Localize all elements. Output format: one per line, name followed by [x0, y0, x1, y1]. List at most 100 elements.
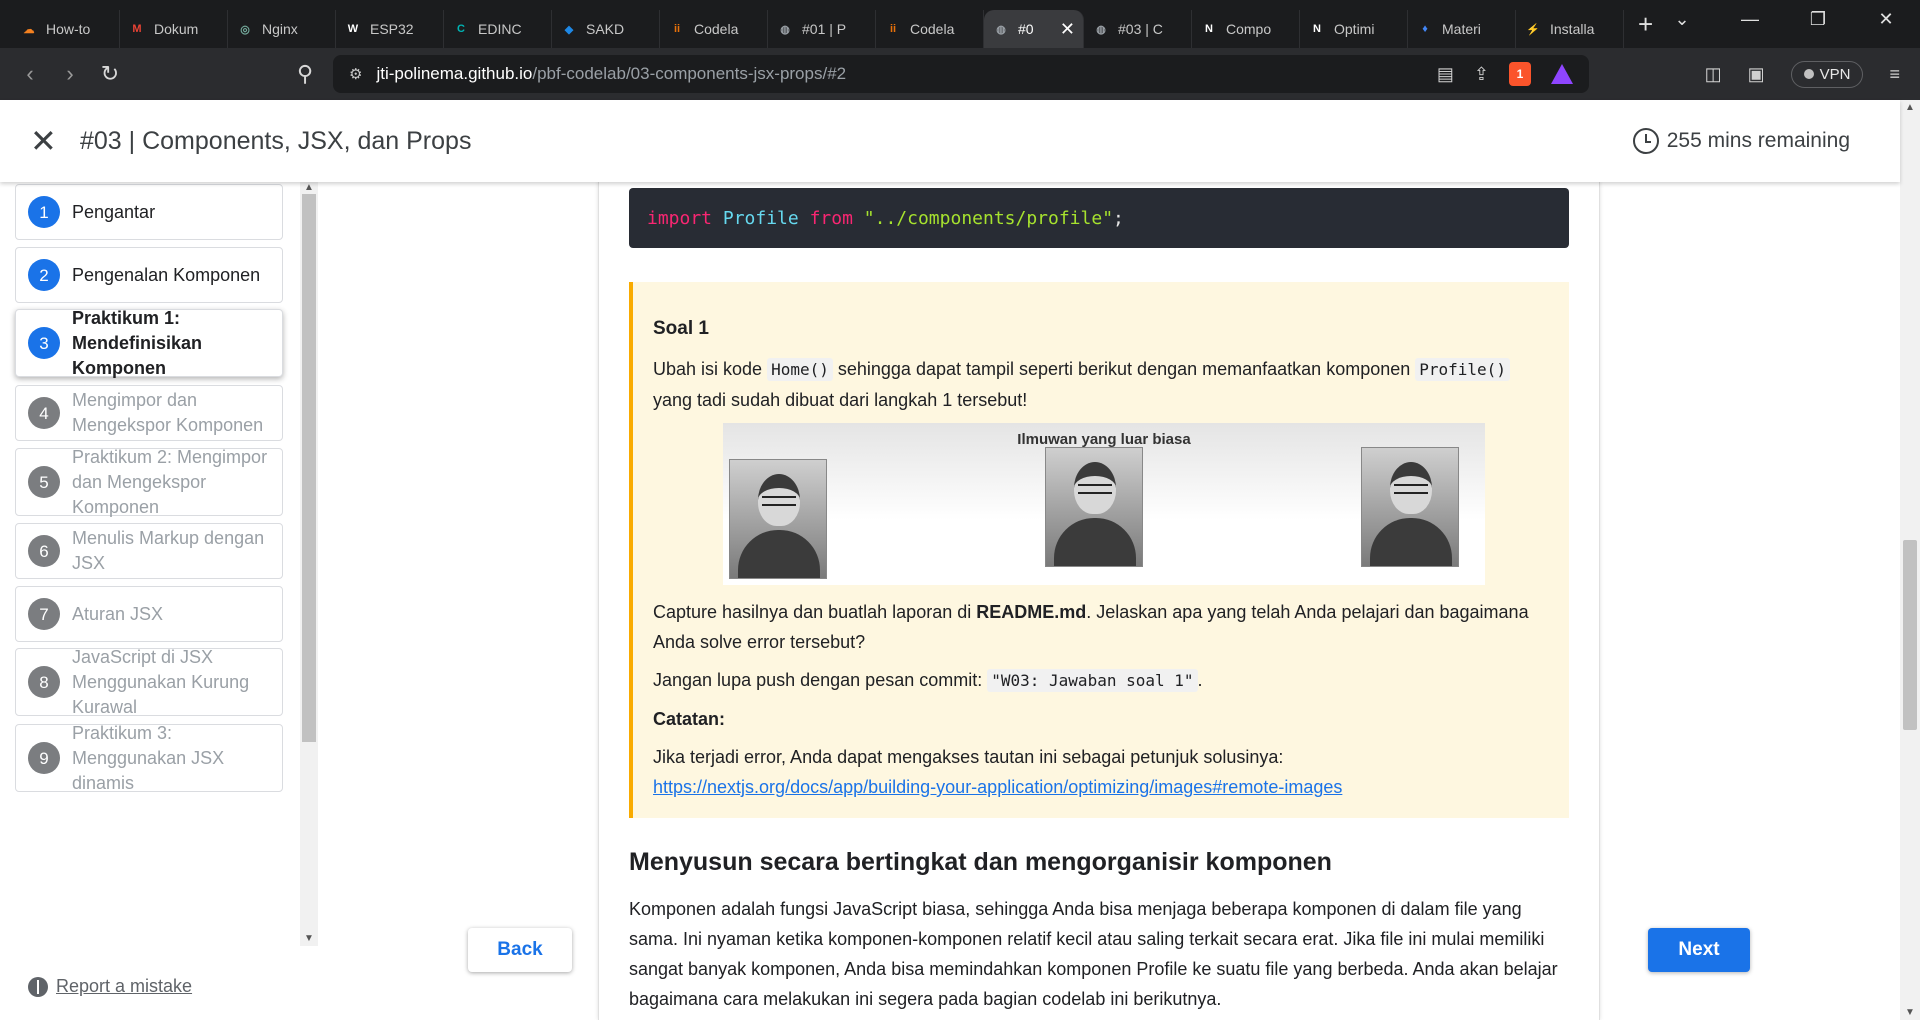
- bold-text: README.md: [976, 602, 1087, 622]
- tab-title: #0: [1018, 21, 1034, 37]
- gmail-icon: M: [132, 23, 142, 35]
- browser-tab[interactable]: ◆ SAKD: [552, 10, 660, 48]
- back-button[interactable]: Back: [468, 928, 572, 972]
- close-icon[interactable]: ✕: [30, 125, 57, 157]
- browser-tab[interactable]: ♦ Materi: [1408, 10, 1516, 48]
- bold-text: Catatan:: [653, 709, 726, 729]
- browser-tab-bar: ☁ How-to M Dokum ◎ Nginx W ESP32 C EDINC ◆ SAKD ii Co…: [0, 0, 1920, 48]
- scroll-up-icon[interactable]: ▲: [1905, 102, 1915, 113]
- report-mistake-link[interactable]: Report a mistake: [28, 976, 192, 997]
- sidebar-step-5[interactable]: 5 Praktikum 2: Mengimpor dan Mengekspor K…: [15, 447, 283, 517]
- close-window-button[interactable]: ✕: [1852, 9, 1920, 30]
- scroll-down-icon[interactable]: ▼: [1905, 1007, 1915, 1018]
- tab-title: Dokum: [154, 21, 199, 37]
- sidebar-scrollbar[interactable]: ▲ ▼: [300, 182, 318, 946]
- sidebar-step-2[interactable]: 2 Pengenalan Komponen: [15, 247, 283, 303]
- browser-nav-bar: ‹ › ↻ ⚲ ⚙ jti-polinema.github.io /pbf-co…: [0, 48, 1920, 100]
- nextjs-docs-link[interactable]: https://nextjs.org/docs/app/building-you…: [653, 777, 1342, 797]
- scroll-down-icon[interactable]: ▼: [304, 933, 314, 944]
- brave-shields-icon[interactable]: 1: [1509, 62, 1531, 86]
- scientist-portrait: [1045, 447, 1143, 567]
- time-remaining-label: 255 mins remaining: [1666, 129, 1850, 152]
- bookmark-icon[interactable]: ⚲: [285, 61, 325, 87]
- address-bar[interactable]: ⚙ jti-polinema.github.io /pbf-codelab/03…: [333, 55, 1589, 93]
- browser-tab[interactable]: ◎ Nginx: [228, 10, 336, 48]
- minimize-button[interactable]: —: [1716, 9, 1784, 30]
- browser-tab[interactable]: W ESP32: [336, 10, 444, 48]
- back-arrow-icon[interactable]: ‹: [10, 61, 50, 87]
- forward-arrow-icon[interactable]: ›: [50, 61, 90, 87]
- tab-title: Installa: [1550, 21, 1595, 37]
- section-paragraph: Komponen adalah fungsi JavaScript biasa,…: [629, 899, 1558, 1009]
- browser-tab[interactable]: ☁ How-to: [12, 10, 120, 48]
- sidebar-scroll-thumb[interactable]: [302, 194, 316, 742]
- sidebar-step-7[interactable]: 7 Aturan JSX: [15, 586, 283, 642]
- globe-icon: ◍: [996, 23, 1006, 36]
- share-icon[interactable]: ⇪: [1474, 64, 1489, 85]
- step-label: Praktikum 2: Mengimpor dan Mengekspor Ko…: [72, 446, 268, 517]
- report-mistake-label[interactable]: Report a mistake: [56, 976, 192, 997]
- sidebar-step-3[interactable]: 3 Praktikum 1: Mendefinisikan Komponen: [15, 308, 283, 378]
- code-identifier: Profile: [722, 207, 799, 229]
- exercise-text-4: Jika terjadi error, Anda dapat mengakses…: [653, 742, 1551, 802]
- browser-tab[interactable]: N Optimi: [1300, 10, 1408, 48]
- browser-tab[interactable]: M Dokum: [120, 10, 228, 48]
- step-label: Pengantar: [72, 201, 156, 222]
- installa-icon: ⚡: [1526, 23, 1540, 36]
- tab-title: #01 | P: [802, 21, 847, 37]
- reload-icon[interactable]: ↻: [90, 61, 130, 87]
- sidebar-toggle-icon[interactable]: ◫: [1705, 64, 1722, 85]
- code-keyword: import: [647, 207, 713, 229]
- materi-icon: ♦: [1422, 23, 1428, 35]
- time-remaining: 255 mins remaining: [1632, 128, 1850, 154]
- cloud-icon: ☁: [23, 23, 35, 36]
- tab-title: Materi: [1442, 21, 1481, 37]
- sidebar-step-9[interactable]: 9 Praktikum 3: Menggunakan JSX dinamis: [15, 723, 283, 793]
- catatan-label: Catatan:: [653, 704, 1551, 734]
- browser-tab[interactable]: C EDINC: [444, 10, 552, 48]
- clock-icon: [1632, 128, 1659, 154]
- vpn-button[interactable]: VPN: [1790, 60, 1864, 88]
- page-scroll-thumb[interactable]: [1903, 540, 1917, 730]
- next-button[interactable]: Next: [1648, 928, 1750, 972]
- scientist-portrait: [729, 459, 827, 579]
- browser-tab[interactable]: ii Codela: [660, 10, 768, 48]
- step-number-badge: 2: [28, 259, 60, 291]
- reader-mode-icon[interactable]: ▤: [1437, 64, 1454, 85]
- page-scrollbar[interactable]: ▲ ▼: [1900, 100, 1920, 1020]
- window-controls: ⌄ — ❐ ✕: [1648, 0, 1920, 38]
- exercise-title: Soal 1: [653, 318, 709, 339]
- step-number-badge: 3: [28, 327, 60, 359]
- tab-search-icon[interactable]: ⌄: [1648, 9, 1716, 30]
- step-number-badge: 4: [28, 397, 60, 429]
- code-block: import Profile from "../components/profi…: [629, 188, 1569, 248]
- browser-tab[interactable]: ii Codela: [876, 10, 984, 48]
- browser-tab[interactable]: ◍ #03 | C: [1084, 10, 1192, 48]
- step-number-badge: 6: [28, 535, 60, 567]
- restore-button[interactable]: ❐: [1784, 9, 1852, 30]
- sidebar-step-8[interactable]: 8 JavaScript di JSX Menggunakan Kurung Ku…: [15, 647, 283, 717]
- brave-rewards-icon[interactable]: [1551, 64, 1573, 84]
- vpn-status-icon: [1803, 69, 1814, 79]
- wallet-icon[interactable]: ▣: [1748, 64, 1765, 85]
- menu-icon[interactable]: ≡: [1889, 64, 1900, 85]
- url-host: jti-polinema.github.io: [376, 64, 533, 83]
- tab-title: ESP32: [370, 21, 414, 37]
- step-content: import Profile from "../components/profi…: [598, 182, 1600, 1020]
- sidebar-step-1[interactable]: 1 Pengantar: [15, 184, 283, 240]
- browser-tab[interactable]: ⚡ Installa: [1516, 10, 1624, 48]
- browser-tab[interactable]: N Compo: [1192, 10, 1300, 48]
- site-settings-icon[interactable]: ⚙: [349, 65, 362, 83]
- tab-title: Compo: [1226, 21, 1272, 37]
- tab-title: SAKD: [586, 21, 625, 37]
- close-tab-icon[interactable]: ✕: [1060, 19, 1075, 40]
- scroll-up-icon[interactable]: ▲: [304, 182, 314, 193]
- code-keyword: from: [809, 207, 853, 229]
- step-label: Praktikum 3: Menggunakan JSX dinamis: [72, 722, 225, 793]
- step-number-badge: 5: [28, 466, 60, 498]
- sidebar-step-4[interactable]: 4 Mengimpor dan Mengekspor Komponen: [15, 385, 283, 441]
- codelab-icon: ii: [673, 23, 681, 35]
- browser-tab[interactable]: ◍ #0 ✕: [984, 10, 1084, 48]
- browser-tab[interactable]: ◍ #01 | P: [768, 10, 876, 48]
- sidebar-step-6[interactable]: 6 Menulis Markup dengan JSX: [15, 523, 283, 579]
